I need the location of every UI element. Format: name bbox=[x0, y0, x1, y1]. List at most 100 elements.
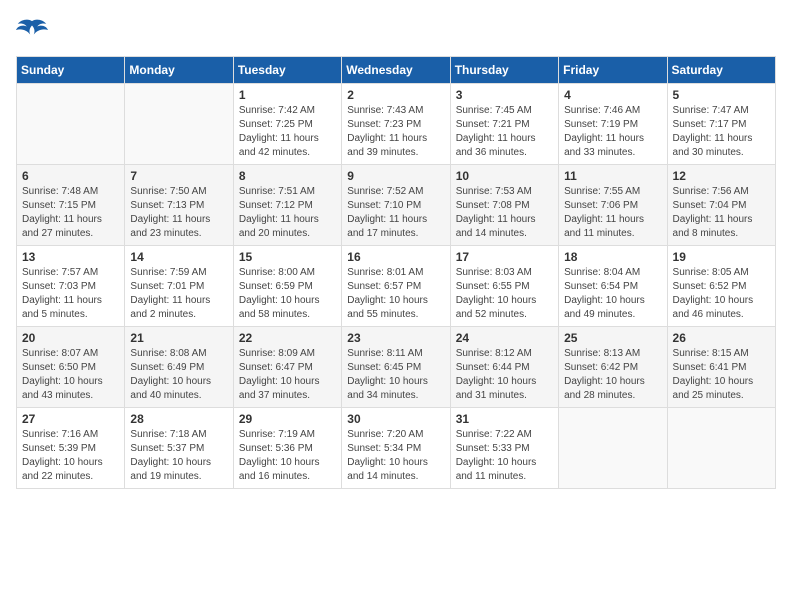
day-number: 20 bbox=[22, 331, 119, 345]
day-info: Sunrise: 8:01 AM Sunset: 6:57 PM Dayligh… bbox=[347, 266, 444, 322]
day-info: Sunrise: 7:59 AM Sunset: 7:01 PM Dayligh… bbox=[130, 266, 227, 322]
calendar-cell: 8 Sunrise: 7:51 AM Sunset: 7:12 PM Daylig… bbox=[233, 165, 341, 246]
day-number: 23 bbox=[347, 331, 444, 345]
calendar-cell: 16Sunrise: 8:01 AM Sunset: 6:57 PM Dayli… bbox=[342, 246, 450, 327]
day-number: 1 bbox=[239, 88, 336, 102]
day-info: Sunrise: 7:22 AM Sunset: 5:33 PM Dayligh… bbox=[456, 428, 553, 484]
calendar-week-row: 13 Sunrise: 7:57 AM Sunset: 7:03 PM Dayli… bbox=[17, 246, 776, 327]
day-number: 3 bbox=[456, 88, 553, 102]
calendar-cell: 26 Sunrise: 8:15 AM Sunset: 6:41 PM Dayli… bbox=[667, 327, 775, 408]
day-info: Sunrise: 8:13 AM Sunset: 6:42 PM Dayligh… bbox=[564, 347, 661, 403]
calendar-cell: 10 Sunrise: 7:53 AM Sunset: 7:08 PM Dayli… bbox=[450, 165, 558, 246]
day-info: Sunrise: 7:42 AM Sunset: 7:25 PM Dayligh… bbox=[239, 104, 336, 160]
day-info: Sunrise: 7:53 AM Sunset: 7:08 PM Dayligh… bbox=[456, 185, 553, 241]
day-info: Sunrise: 8:11 AM Sunset: 6:45 PM Dayligh… bbox=[347, 347, 444, 403]
day-info: Sunrise: 7:47 AM Sunset: 7:17 PM Dayligh… bbox=[673, 104, 770, 160]
calendar-cell: 18Sunrise: 8:04 AM Sunset: 6:54 PM Dayli… bbox=[559, 246, 667, 327]
day-info: Sunrise: 7:43 AM Sunset: 7:23 PM Dayligh… bbox=[347, 104, 444, 160]
day-info: Sunrise: 7:51 AM Sunset: 7:12 PM Dayligh… bbox=[239, 185, 336, 241]
column-header-friday: Friday bbox=[559, 57, 667, 84]
day-number: 7 bbox=[130, 169, 227, 183]
day-number: 26 bbox=[673, 331, 770, 345]
day-info: Sunrise: 7:55 AM Sunset: 7:06 PM Dayligh… bbox=[564, 185, 661, 241]
day-number: 27 bbox=[22, 412, 119, 426]
column-header-monday: Monday bbox=[125, 57, 233, 84]
day-number: 2 bbox=[347, 88, 444, 102]
column-header-tuesday: Tuesday bbox=[233, 57, 341, 84]
day-number: 6 bbox=[22, 169, 119, 183]
calendar-cell: 21 Sunrise: 8:08 AM Sunset: 6:49 PM Dayli… bbox=[125, 327, 233, 408]
day-info: Sunrise: 7:57 AM Sunset: 7:03 PM Dayligh… bbox=[22, 266, 119, 322]
calendar-cell: 29Sunrise: 7:19 AM Sunset: 5:36 PM Dayli… bbox=[233, 408, 341, 489]
calendar-cell: 30Sunrise: 7:20 AM Sunset: 5:34 PM Dayli… bbox=[342, 408, 450, 489]
calendar-cell: 1 Sunrise: 7:42 AM Sunset: 7:25 PM Daylig… bbox=[233, 84, 341, 165]
calendar-cell: 31 Sunrise: 7:22 AM Sunset: 5:33 PM Dayli… bbox=[450, 408, 558, 489]
calendar-cell: 13 Sunrise: 7:57 AM Sunset: 7:03 PM Dayli… bbox=[17, 246, 125, 327]
day-number: 17 bbox=[456, 250, 553, 264]
calendar-cell bbox=[559, 408, 667, 489]
day-number: 10 bbox=[456, 169, 553, 183]
day-number: 11 bbox=[564, 169, 661, 183]
day-info: Sunrise: 8:05 AM Sunset: 6:52 PM Dayligh… bbox=[673, 266, 770, 322]
calendar-week-row: 1 Sunrise: 7:42 AM Sunset: 7:25 PM Daylig… bbox=[17, 84, 776, 165]
calendar-cell: 25 Sunrise: 8:13 AM Sunset: 6:42 PM Dayli… bbox=[559, 327, 667, 408]
day-number: 9 bbox=[347, 169, 444, 183]
calendar-cell: 3 Sunrise: 7:45 AM Sunset: 7:21 PM Daylig… bbox=[450, 84, 558, 165]
day-number: 4 bbox=[564, 88, 661, 102]
day-info: Sunrise: 8:15 AM Sunset: 6:41 PM Dayligh… bbox=[673, 347, 770, 403]
calendar-cell bbox=[17, 84, 125, 165]
calendar-cell: 2 Sunrise: 7:43 AM Sunset: 7:23 PM Daylig… bbox=[342, 84, 450, 165]
day-number: 30 bbox=[347, 412, 444, 426]
calendar-week-row: 20 Sunrise: 8:07 AM Sunset: 6:50 PM Dayli… bbox=[17, 327, 776, 408]
day-number: 28 bbox=[130, 412, 227, 426]
day-info: Sunrise: 8:00 AM Sunset: 6:59 PM Dayligh… bbox=[239, 266, 336, 322]
day-number: 24 bbox=[456, 331, 553, 345]
day-info: Sunrise: 8:04 AM Sunset: 6:54 PM Dayligh… bbox=[564, 266, 661, 322]
column-header-sunday: Sunday bbox=[17, 57, 125, 84]
logo bbox=[16, 16, 54, 44]
day-info: Sunrise: 7:56 AM Sunset: 7:04 PM Dayligh… bbox=[673, 185, 770, 241]
day-number: 19 bbox=[673, 250, 770, 264]
calendar-cell: 23 Sunrise: 8:11 AM Sunset: 6:45 PM Dayli… bbox=[342, 327, 450, 408]
day-number: 15 bbox=[239, 250, 336, 264]
day-info: Sunrise: 7:50 AM Sunset: 7:13 PM Dayligh… bbox=[130, 185, 227, 241]
calendar-table: SundayMondayTuesdayWednesdayThursdayFrid… bbox=[16, 56, 776, 489]
calendar-header-row: SundayMondayTuesdayWednesdayThursdayFrid… bbox=[17, 57, 776, 84]
day-number: 22 bbox=[239, 331, 336, 345]
calendar-cell: 5 Sunrise: 7:47 AM Sunset: 7:17 PM Daylig… bbox=[667, 84, 775, 165]
day-info: Sunrise: 8:03 AM Sunset: 6:55 PM Dayligh… bbox=[456, 266, 553, 322]
calendar-cell: 19 Sunrise: 8:05 AM Sunset: 6:52 PM Dayli… bbox=[667, 246, 775, 327]
day-number: 12 bbox=[673, 169, 770, 183]
day-number: 14 bbox=[130, 250, 227, 264]
calendar-cell: 12 Sunrise: 7:56 AM Sunset: 7:04 PM Dayli… bbox=[667, 165, 775, 246]
day-info: Sunrise: 7:45 AM Sunset: 7:21 PM Dayligh… bbox=[456, 104, 553, 160]
day-info: Sunrise: 7:52 AM Sunset: 7:10 PM Dayligh… bbox=[347, 185, 444, 241]
page-header bbox=[16, 16, 776, 44]
calendar-cell: 9 Sunrise: 7:52 AM Sunset: 7:10 PM Daylig… bbox=[342, 165, 450, 246]
calendar-cell: 15 Sunrise: 8:00 AM Sunset: 6:59 PM Dayli… bbox=[233, 246, 341, 327]
day-number: 25 bbox=[564, 331, 661, 345]
column-header-saturday: Saturday bbox=[667, 57, 775, 84]
calendar-cell: 20 Sunrise: 8:07 AM Sunset: 6:50 PM Dayli… bbox=[17, 327, 125, 408]
calendar-cell bbox=[667, 408, 775, 489]
column-header-thursday: Thursday bbox=[450, 57, 558, 84]
calendar-week-row: 27 Sunrise: 7:16 AM Sunset: 5:39 PM Dayli… bbox=[17, 408, 776, 489]
calendar-cell: 28 Sunrise: 7:18 AM Sunset: 5:37 PM Dayli… bbox=[125, 408, 233, 489]
calendar-cell: 6Sunrise: 7:48 AM Sunset: 7:15 PM Daylig… bbox=[17, 165, 125, 246]
logo-bird-icon bbox=[16, 16, 48, 44]
column-header-wednesday: Wednesday bbox=[342, 57, 450, 84]
day-number: 5 bbox=[673, 88, 770, 102]
day-info: Sunrise: 8:09 AM Sunset: 6:47 PM Dayligh… bbox=[239, 347, 336, 403]
day-number: 21 bbox=[130, 331, 227, 345]
calendar-cell: 4 Sunrise: 7:46 AM Sunset: 7:19 PM Daylig… bbox=[559, 84, 667, 165]
day-number: 31 bbox=[456, 412, 553, 426]
day-info: Sunrise: 7:18 AM Sunset: 5:37 PM Dayligh… bbox=[130, 428, 227, 484]
day-number: 8 bbox=[239, 169, 336, 183]
day-number: 13 bbox=[22, 250, 119, 264]
calendar-cell: 14 Sunrise: 7:59 AM Sunset: 7:01 PM Dayli… bbox=[125, 246, 233, 327]
day-info: Sunrise: 8:08 AM Sunset: 6:49 PM Dayligh… bbox=[130, 347, 227, 403]
day-info: Sunrise: 8:07 AM Sunset: 6:50 PM Dayligh… bbox=[22, 347, 119, 403]
day-info: Sunrise: 7:46 AM Sunset: 7:19 PM Dayligh… bbox=[564, 104, 661, 160]
day-info: Sunrise: 7:16 AM Sunset: 5:39 PM Dayligh… bbox=[22, 428, 119, 484]
day-info: Sunrise: 8:12 AM Sunset: 6:44 PM Dayligh… bbox=[456, 347, 553, 403]
